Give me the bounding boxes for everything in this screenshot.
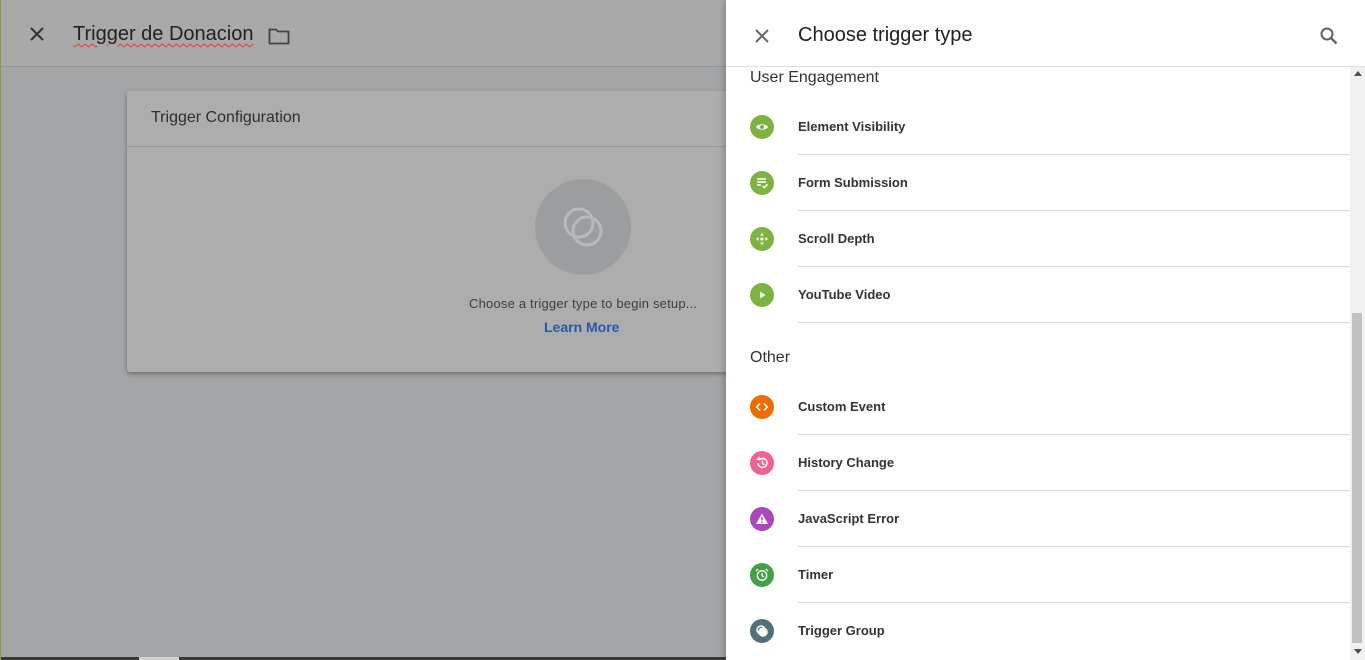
section-title-user-engagement: User Engagement	[750, 69, 879, 86]
trigger-name[interactable]: Trigger de Donacion	[73, 23, 253, 46]
trigger-type-label: Timer	[798, 567, 834, 582]
trigger-placeholder-icon[interactable]	[535, 179, 631, 275]
trigger-type-element-visibility[interactable]: Element Visibility	[726, 99, 1350, 155]
trigger-type-label: History Change	[798, 455, 895, 470]
move-arrows-icon	[750, 227, 774, 251]
editor-header: Trigger de Donacion	[1, 0, 727, 67]
trigger-type-scroll-depth[interactable]: Scroll Depth	[726, 211, 1350, 267]
setup-hint: Choose a trigger type to begin setup...	[469, 296, 698, 311]
trigger-type-timer[interactable]: Timer	[726, 547, 1350, 603]
trigger-type-label: Trigger Group	[798, 623, 885, 638]
divider	[127, 146, 747, 147]
eye-icon	[750, 115, 774, 139]
panel-header: Choose trigger type	[726, 0, 1365, 67]
panel-title: Choose trigger type	[798, 24, 973, 46]
close-icon[interactable]	[23, 20, 51, 48]
card-title: Trigger Configuration	[151, 109, 301, 126]
trigger-type-label: Custom Event	[798, 399, 886, 414]
trigger-group-icon	[750, 619, 774, 643]
trigger-type-trigger-group[interactable]: Trigger Group	[726, 603, 1350, 659]
section-title-other: Other	[750, 349, 791, 366]
trigger-type-label: YouTube Video	[798, 287, 891, 302]
scroll-up-arrow-icon[interactable]	[1354, 71, 1362, 76]
scroll-down-arrow-icon[interactable]	[1354, 649, 1362, 654]
choose-trigger-type-panel: Choose trigger type User Engagement Elem…	[726, 0, 1365, 660]
trigger-type-list: User Engagement Element Visibility Form …	[726, 67, 1350, 660]
divider	[798, 322, 1350, 323]
scrollbar-thumb[interactable]	[1352, 313, 1362, 643]
folder-icon[interactable]	[266, 24, 292, 48]
trigger-type-custom-event[interactable]: Custom Event	[726, 379, 1350, 435]
trigger-configuration-card[interactable]: Trigger Configuration Choose a trigger t…	[127, 91, 747, 372]
play-icon	[750, 283, 774, 307]
trigger-type-label: Form Submission	[798, 175, 908, 190]
trigger-type-form-submission[interactable]: Form Submission	[726, 155, 1350, 211]
close-icon[interactable]	[748, 22, 776, 50]
learn-more-link[interactable]: Learn More	[544, 319, 619, 335]
history-icon	[750, 451, 774, 475]
search-icon[interactable]	[1316, 23, 1342, 49]
trigger-type-label: Scroll Depth	[798, 231, 875, 246]
alarm-clock-icon	[750, 563, 774, 587]
form-check-icon	[750, 171, 774, 195]
warning-icon	[750, 507, 774, 531]
trigger-type-label: JavaScript Error	[798, 511, 900, 526]
code-brackets-icon	[750, 395, 774, 419]
trigger-type-youtube-video[interactable]: YouTube Video	[726, 267, 1350, 323]
trigger-editor: Trigger de Donacion Trigger Configuratio…	[0, 0, 747, 660]
trigger-type-javascript-error[interactable]: JavaScript Error	[726, 491, 1350, 547]
scrollbar[interactable]	[1350, 67, 1365, 660]
trigger-type-history-change[interactable]: History Change	[726, 435, 1350, 491]
trigger-type-label: Element Visibility	[798, 119, 906, 134]
